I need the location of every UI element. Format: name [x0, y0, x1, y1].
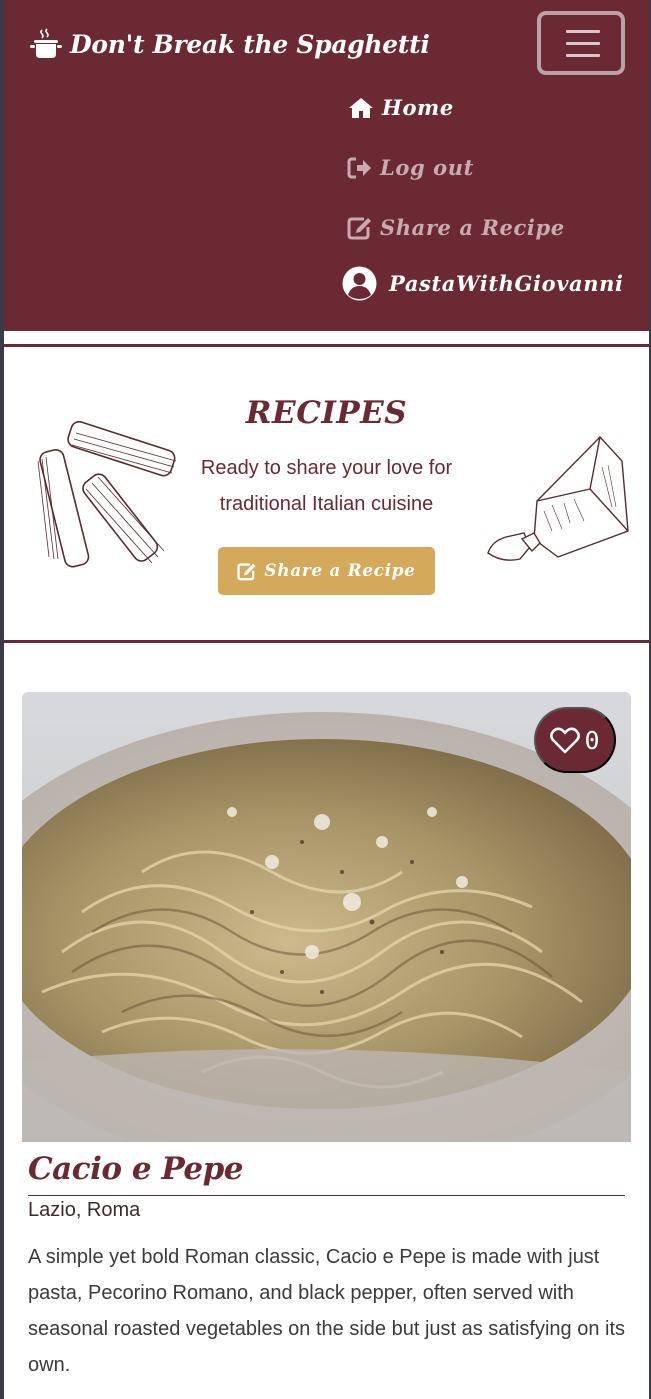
nav-username-label: PastaWithGiovanni: [389, 271, 624, 296]
sign-out-icon: [347, 156, 373, 180]
navbar: Don't Break the Spaghetti Home Log out S…: [4, 0, 649, 331]
navbar-toggler-button[interactable]: [537, 11, 625, 75]
parmesan-illustration: [482, 431, 634, 566]
brand-link[interactable]: Don't Break the Spaghetti: [28, 24, 430, 64]
nav-home-link[interactable]: Home: [347, 95, 454, 120]
title-divider: [28, 1195, 625, 1196]
cooking-pot-icon: [28, 26, 64, 62]
nav-share-recipe-link[interactable]: Share a Recipe: [347, 215, 565, 240]
edit-icon: [347, 216, 373, 240]
nav-user-profile-link[interactable]: PastaWithGiovanni: [342, 266, 624, 301]
recipe-image: 0: [22, 692, 631, 1142]
recipe-title[interactable]: Cacio e Pepe: [28, 1151, 244, 1187]
recipe-description: A simple yet bold Roman classic, Cacio e…: [28, 1246, 626, 1376]
recipe-region: Lazio, Roma: [28, 1199, 141, 1221]
nav-logout-label: Log out: [380, 155, 474, 180]
edit-icon: [237, 562, 257, 581]
user-circle-icon: [342, 266, 377, 301]
rigatoni-illustration: [20, 419, 180, 574]
nav-share-recipe-label: Share a Recipe: [380, 215, 565, 240]
nav-logout-link[interactable]: Log out: [347, 155, 474, 180]
recipes-hero: RECIPES Ready to share your love for tra…: [4, 344, 649, 643]
page: Don't Break the Spaghetti Home Log out S…: [4, 0, 649, 1399]
page-title: RECIPES: [245, 395, 408, 431]
heart-icon: [550, 727, 581, 754]
share-recipe-button-label: Share a Recipe: [264, 561, 416, 581]
share-recipe-button[interactable]: Share a Recipe: [218, 547, 435, 595]
brand-name: Don't Break the Spaghetti: [70, 29, 430, 59]
nav-home-label: Home: [382, 95, 454, 120]
hero-subtitle: Ready to share your love for traditional…: [200, 457, 453, 515]
like-button[interactable]: 0: [534, 707, 616, 773]
like-count: 0: [584, 725, 600, 755]
house-icon: [347, 96, 375, 120]
